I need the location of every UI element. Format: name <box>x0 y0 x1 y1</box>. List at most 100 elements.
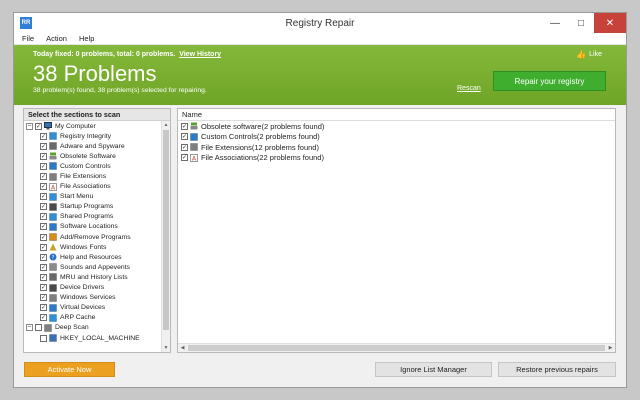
tree-item[interactable]: ✓ Software Locations <box>24 222 161 232</box>
section-checkbox[interactable]: ✓ <box>40 213 47 221</box>
scroll-up-icon[interactable]: ▲ <box>162 121 170 129</box>
tree-item[interactable]: ✓ Obsolete Software <box>24 151 161 161</box>
rescan-link[interactable]: Rescan <box>457 85 481 92</box>
tree-item-label: My Computer <box>55 122 96 130</box>
tree-item[interactable]: ✓ ARP Cache <box>24 313 161 323</box>
repair-registry-button[interactable]: Repair your registry <box>493 71 606 91</box>
tree-item[interactable]: ✓ Shared Programs <box>24 212 161 222</box>
section-checkbox[interactable]: ✓ <box>35 122 42 130</box>
tree-item-label: File Associations <box>60 183 111 191</box>
result-row[interactable]: ✓ File Extensions(12 problems found) <box>178 142 615 153</box>
section-checkbox[interactable]: ✓ <box>40 243 47 251</box>
like-button[interactable]: 👍 Like <box>576 50 602 59</box>
minimize-button[interactable]: — <box>542 13 568 33</box>
collapse-icon[interactable]: – <box>26 324 33 332</box>
section-checkbox[interactable]: ✓ <box>40 183 47 191</box>
tree-item-label: Windows Services <box>60 294 116 302</box>
result-row[interactable]: ✓ Obsolete software(2 problems found) <box>178 121 615 132</box>
section-checkbox[interactable]: ✓ <box>40 273 47 281</box>
section-checkbox[interactable]: ✓ <box>40 253 47 261</box>
tree-item[interactable]: ✓ Startup Programs <box>24 202 161 212</box>
restore-repairs-button[interactable]: Restore previous repairs <box>498 362 616 377</box>
section-checkbox[interactable]: ✓ <box>40 152 47 160</box>
tree-item[interactable]: ✓ Sounds and Appevents <box>24 262 161 272</box>
tree-item[interactable]: – Deep Scan <box>24 323 161 333</box>
maximize-button[interactable]: □ <box>568 13 594 33</box>
section-checkbox[interactable]: ✓ <box>40 284 47 292</box>
scroll-down-icon[interactable]: ▼ <box>162 344 170 352</box>
close-button[interactable]: ✕ <box>594 13 626 33</box>
result-row[interactable]: ✓ Custom Controls(2 problems found) <box>178 132 615 143</box>
services-icon <box>49 293 57 302</box>
sections-scrollbar[interactable]: ▲ ▼ <box>161 121 170 352</box>
history-icon <box>49 273 57 282</box>
tree-item[interactable]: ✓ Device Drivers <box>24 283 161 293</box>
section-checkbox[interactable]: ✓ <box>40 223 47 231</box>
result-checkbox[interactable]: ✓ <box>181 154 188 162</box>
tree-item[interactable]: ✓ Windows Services <box>24 293 161 303</box>
result-label: File Associations(22 problems found) <box>201 153 324 163</box>
scroll-thumb[interactable] <box>163 130 169 330</box>
result-checkbox[interactable]: ✓ <box>181 143 188 151</box>
app-window: RR Registry Repair — □ ✕ File Action Hel… <box>13 12 627 388</box>
section-checkbox[interactable] <box>40 334 47 342</box>
sections-header: Select the sections to scan <box>24 109 170 121</box>
close-icon: ✕ <box>605 17 615 29</box>
like-label: Like <box>589 51 602 58</box>
result-label: Obsolete software(2 problems found) <box>201 121 325 131</box>
section-checkbox[interactable]: ✓ <box>40 173 47 181</box>
ignore-list-manager-button[interactable]: Ignore List Manager <box>375 362 492 377</box>
section-checkbox[interactable]: ✓ <box>40 263 47 271</box>
section-checkbox[interactable]: ✓ <box>40 233 47 241</box>
tree-item[interactable]: ✓ A File Associations <box>24 182 161 192</box>
controls-icon <box>49 162 57 171</box>
section-checkbox[interactable]: ✓ <box>40 304 47 312</box>
tree-item[interactable]: ✓ Virtual Devices <box>24 303 161 313</box>
tree-item-label: Add/Remove Programs <box>60 233 131 241</box>
activate-now-button[interactable]: Activate Now <box>24 362 115 377</box>
tree-item[interactable]: ✓ Registry Integrity <box>24 131 161 141</box>
tree-item[interactable]: ✓? Help and Resources <box>24 252 161 262</box>
controls-icon <box>190 132 198 141</box>
scroll-left-icon[interactable]: ◀ <box>178 344 187 352</box>
software-icon <box>190 122 198 130</box>
menu-action[interactable]: Action <box>46 34 67 43</box>
name-column-header[interactable]: Name <box>178 109 615 121</box>
tree-item-label: File Extensions <box>60 173 107 181</box>
view-history-link[interactable]: View History <box>179 51 221 58</box>
section-checkbox[interactable]: ✓ <box>40 193 47 201</box>
section-checkbox[interactable]: ✓ <box>40 294 47 302</box>
menu-help[interactable]: Help <box>79 34 94 43</box>
tree-item[interactable]: ✓ Start Menu <box>24 192 161 202</box>
tree-item-label: Shared Programs <box>60 213 114 221</box>
tree-item[interactable]: HKEY_LOCAL_MACHINE <box>24 333 161 343</box>
tree-item[interactable]: ✓ File Extensions <box>24 171 161 181</box>
hive-icon <box>49 334 57 343</box>
section-checkbox[interactable]: ✓ <box>40 203 47 211</box>
results-hscrollbar[interactable]: ◀ ▶ <box>178 343 615 352</box>
association-icon: A <box>49 182 57 191</box>
result-row[interactable]: ✓ A File Associations(22 problems found) <box>178 153 615 164</box>
result-checkbox[interactable]: ✓ <box>181 133 188 141</box>
title-bar: RR Registry Repair — □ ✕ <box>14 13 626 33</box>
start-menu-icon <box>49 192 57 201</box>
section-checkbox[interactable]: ✓ <box>40 132 47 140</box>
tree-item[interactable]: ✓ Adware and Spyware <box>24 141 161 151</box>
tree-item[interactable]: – ✓ My Computer <box>24 121 161 131</box>
app-icon: RR <box>20 17 32 29</box>
section-checkbox[interactable]: ✓ <box>40 142 47 150</box>
tree-item[interactable]: ✓ Add/Remove Programs <box>24 232 161 242</box>
hscroll-thumb[interactable] <box>188 345 605 351</box>
fonts-icon <box>49 243 57 251</box>
collapse-icon[interactable]: – <box>26 122 33 130</box>
menu-file[interactable]: File <box>22 34 34 43</box>
section-checkbox[interactable]: ✓ <box>40 162 47 170</box>
add-remove-icon <box>49 233 57 242</box>
result-checkbox[interactable]: ✓ <box>181 122 188 130</box>
section-checkbox[interactable]: ✓ <box>40 314 47 322</box>
tree-item[interactable]: ✓ MRU and History Lists <box>24 272 161 282</box>
tree-item[interactable]: ✓ Windows Fonts <box>24 242 161 252</box>
tree-item[interactable]: ✓ Custom Controls <box>24 161 161 171</box>
section-checkbox[interactable] <box>35 324 42 332</box>
scroll-right-icon[interactable]: ▶ <box>606 344 615 352</box>
